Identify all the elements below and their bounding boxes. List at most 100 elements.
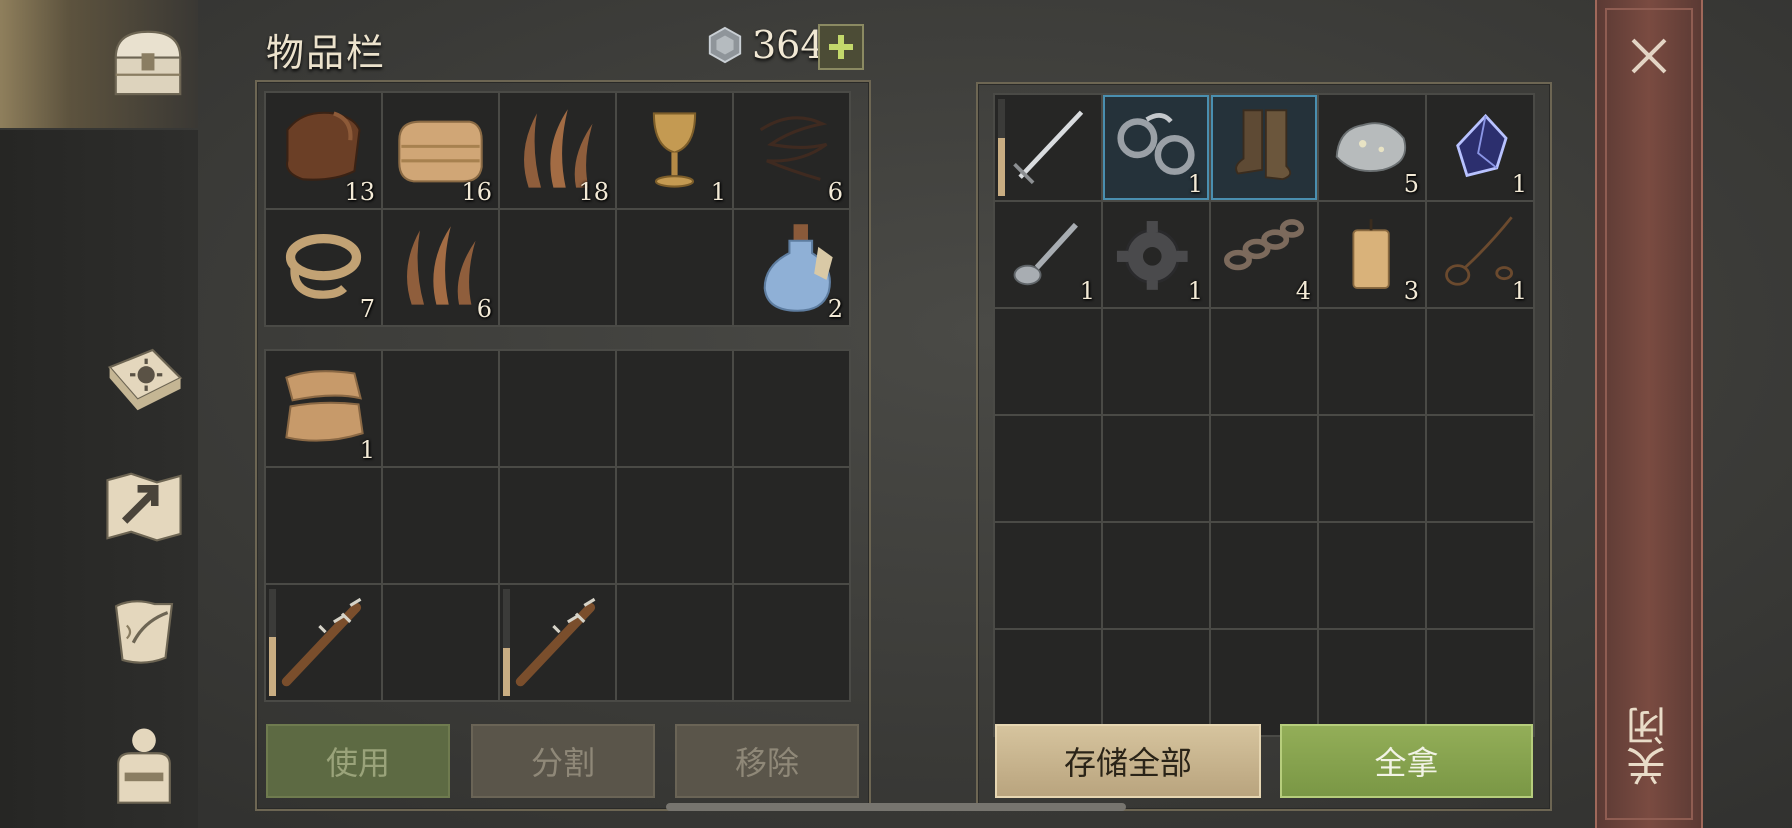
home-indicator	[666, 803, 1126, 811]
hotbar-slot[interactable]	[500, 468, 615, 583]
plus-icon	[829, 35, 853, 59]
hotbar-slot[interactable]	[734, 351, 849, 466]
item-quantity: 4	[1295, 277, 1311, 305]
silver-coin-icon	[708, 26, 742, 64]
close-panel[interactable]: 关闭	[1595, 0, 1703, 828]
container-slot[interactable]	[1103, 523, 1209, 628]
hotbar-slot[interactable]	[617, 585, 732, 700]
item-quantity: 16	[461, 178, 492, 206]
container-slot[interactable]	[1211, 523, 1317, 628]
hotbar-slot[interactable]	[500, 351, 615, 466]
bag-slot[interactable]: 13	[266, 93, 381, 208]
container-slot[interactable]	[1319, 416, 1425, 521]
item-quantity: 18	[578, 178, 609, 206]
container-slot[interactable]	[1103, 309, 1209, 414]
hotbar-slot[interactable]	[383, 351, 498, 466]
bag-slot[interactable]: 18	[500, 93, 615, 208]
remove-button[interactable]: 移除	[675, 724, 859, 798]
hotbar-slot[interactable]	[266, 585, 381, 700]
container-slot[interactable]	[1211, 309, 1317, 414]
bag-grid: 13 16 18 1 6 7 6 2	[264, 91, 851, 327]
hotbar-slot[interactable]	[383, 468, 498, 583]
close-panel-border	[1605, 8, 1693, 820]
use-button[interactable]: 使用	[266, 724, 450, 798]
spiked-club-icon	[515, 597, 596, 687]
character-icon[interactable]	[96, 716, 192, 812]
take-all-button[interactable]: 全拿	[1280, 724, 1533, 798]
container-slot[interactable]	[1211, 416, 1317, 521]
add-currency-button[interactable]	[818, 24, 864, 70]
bag-slot[interactable]: 1	[617, 93, 732, 208]
spiked-club-icon	[281, 597, 362, 687]
item-quantity: 3	[1403, 277, 1419, 305]
container-slot[interactable]	[1427, 630, 1533, 735]
hotbar-slot[interactable]: 1	[266, 351, 381, 466]
item-quantity: 2	[827, 295, 843, 323]
container-slot[interactable]: 4	[1211, 202, 1317, 307]
quill-scroll-icon[interactable]	[96, 584, 192, 680]
container-slot[interactable]	[995, 523, 1101, 628]
bag-slot[interactable]: 7	[266, 210, 381, 325]
bag-slot[interactable]	[500, 210, 615, 325]
container-slot[interactable]: 1	[995, 202, 1101, 307]
side-nav	[0, 0, 198, 828]
hotbar-slot[interactable]	[266, 468, 381, 583]
container-slot[interactable]	[1319, 523, 1425, 628]
item-quantity: 13	[344, 178, 375, 206]
item-quantity: 6	[827, 178, 843, 206]
hotbar-slot[interactable]	[734, 468, 849, 583]
bag-slot[interactable]	[617, 210, 732, 325]
item-quantity: 1	[359, 436, 375, 464]
store-all-button[interactable]: 存储全部	[995, 724, 1261, 798]
map-icon[interactable]	[96, 458, 192, 554]
container-slot[interactable]: 5	[1319, 95, 1425, 200]
split-button[interactable]: 分割	[471, 724, 655, 798]
container-slot[interactable]	[995, 416, 1101, 521]
container-slot[interactable]	[1103, 416, 1209, 521]
hotbar-slot[interactable]	[734, 585, 849, 700]
currency-display: 364	[706, 22, 825, 68]
item-quantity: 1	[710, 178, 726, 206]
container-slot[interactable]	[995, 95, 1101, 200]
container-slot[interactable]: 1	[1103, 95, 1209, 200]
hotbar-grid: 1	[264, 349, 851, 702]
container-slot[interactable]	[995, 630, 1101, 735]
container-slot[interactable]	[1103, 630, 1209, 735]
container-slot[interactable]	[1319, 630, 1425, 735]
sun-book-icon[interactable]	[96, 330, 192, 426]
item-quantity: 7	[359, 295, 375, 323]
hotbar-slot[interactable]	[383, 585, 498, 700]
container-slot[interactable]	[1427, 523, 1533, 628]
container-slot[interactable]	[1427, 309, 1533, 414]
container-slot[interactable]	[1211, 630, 1317, 735]
currency-amount: 364	[752, 23, 825, 67]
hotbar-slot[interactable]	[500, 585, 615, 700]
item-quantity: 1	[1511, 170, 1527, 198]
close-label[interactable]: 关闭	[1621, 706, 1681, 786]
item-quantity: 1	[1187, 277, 1203, 305]
boots-icon	[1235, 109, 1292, 181]
item-quantity: 5	[1403, 170, 1419, 198]
hotbar-slot[interactable]	[617, 468, 732, 583]
close-icon[interactable]	[1627, 34, 1671, 78]
inventory-title: 物品栏	[266, 31, 387, 75]
container-slot[interactable]: 1	[1103, 202, 1209, 307]
hotbar-slot[interactable]	[617, 351, 732, 466]
container-slot[interactable]	[1211, 95, 1317, 200]
item-quantity: 6	[476, 295, 492, 323]
item-quantity: 1	[1511, 277, 1527, 305]
item-quantity: 1	[1079, 277, 1095, 305]
container-slot[interactable]	[1427, 416, 1533, 521]
container-slot[interactable]: 1	[1427, 202, 1533, 307]
container-slot[interactable]: 3	[1319, 202, 1425, 307]
bag-slot[interactable]: 16	[383, 93, 498, 208]
container-slot[interactable]	[995, 309, 1101, 414]
bag-slot[interactable]: 6	[383, 210, 498, 325]
container-grid: 1 5 1 1 1 4 3 1	[993, 93, 1535, 737]
bag-slot[interactable]: 2	[734, 210, 849, 325]
container-slot[interactable]	[1319, 309, 1425, 414]
chest-icon[interactable]	[100, 16, 196, 112]
bag-slot[interactable]: 6	[734, 93, 849, 208]
sword-icon	[1013, 110, 1084, 185]
container-slot[interactable]: 1	[1427, 95, 1533, 200]
